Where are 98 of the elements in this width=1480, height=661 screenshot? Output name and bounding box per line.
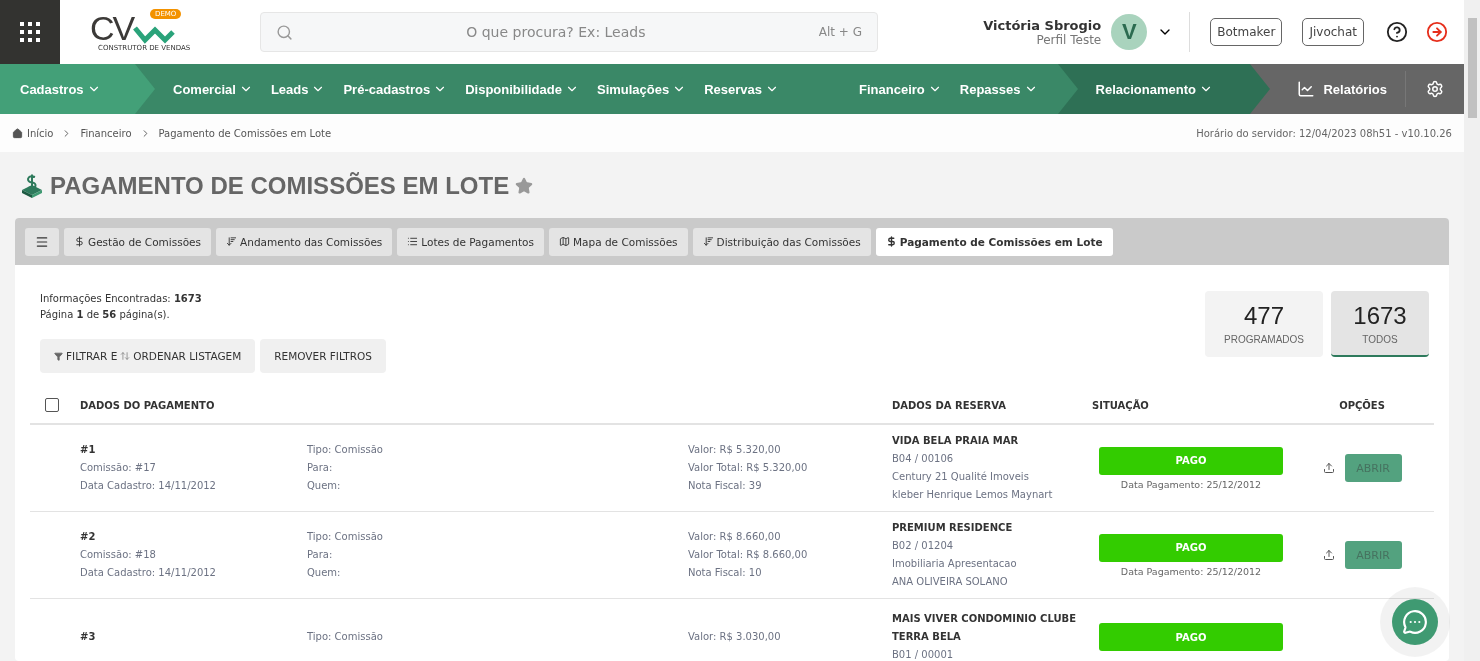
- tab[interactable]: Distribuição das Comissões: [692, 227, 871, 256]
- counter-tab[interactable]: 1673 TODOS: [1331, 291, 1429, 357]
- status-badge: PAGO: [1099, 446, 1283, 475]
- row-number: #2: [80, 530, 97, 544]
- map-icon: [559, 236, 570, 247]
- tab[interactable]: Lotes de Pagamentos: [397, 227, 544, 256]
- total-text: Valor Total: R$ 5.320,00: [688, 461, 809, 475]
- list-icon: [407, 236, 419, 247]
- breadcrumb-link[interactable]: Financeiro: [80, 127, 132, 139]
- search-input[interactable]: O que procura? Ex: Leads: [293, 23, 819, 41]
- header-button[interactable]: Botmaker: [1210, 18, 1283, 46]
- to-text: Para:: [307, 461, 334, 475]
- row-number: #1: [80, 443, 97, 457]
- agency-text: Century 21 Qualité Imoveis: [892, 470, 1030, 484]
- user-avatar[interactable]: V: [1111, 14, 1148, 50]
- summary-text: Página 1 de 56 página(s).: [40, 308, 171, 322]
- column-header: DADOS DO PAGAMENTO: [80, 399, 216, 411]
- type-text: Tipo: Comissão: [307, 630, 384, 644]
- column-header: DADOS DA RESERVA: [892, 399, 1008, 411]
- nav-menu-item[interactable]: Financeiro: [859, 81, 942, 97]
- type-text: Tipo: Comissão: [307, 443, 384, 457]
- summary-text: Informações Encontradas: 1673: [40, 292, 203, 306]
- who-text: Quem:: [307, 479, 342, 493]
- apps-grid-button[interactable]: [0, 0, 60, 64]
- star-icon[interactable]: [515, 177, 534, 195]
- nav-menu-item[interactable]: Comercial: [173, 81, 253, 97]
- chart-icon: [1297, 80, 1316, 98]
- upload-icon[interactable]: [1322, 549, 1335, 561]
- unit-text: B01 / 00001: [892, 648, 955, 661]
- tab[interactable]: Mapa de Comissões: [549, 227, 688, 256]
- header-button[interactable]: Jivochat: [1302, 18, 1364, 46]
- user-role: Perfil Teste: [1035, 32, 1102, 47]
- commission-text: Comissão: #18: [80, 548, 157, 562]
- value-text: Valor: R$ 5.320,00: [688, 443, 782, 457]
- select-all-checkbox[interactable]: [45, 398, 59, 412]
- filter-button[interactable]: FILTRAR E ORDENAR LISTAGEM: [40, 339, 256, 373]
- breadcrumb-link[interactable]: Pagamento de Comissões em Lote: [158, 127, 332, 139]
- user-name: Victória Sbrogio: [983, 17, 1102, 33]
- unit-text: B02 / 01204: [892, 539, 955, 553]
- chat-icon: [1402, 609, 1428, 635]
- nav-menu-item[interactable]: Relacionamento: [1095, 81, 1213, 97]
- page-title: PAGAMENTO DE COMISSÕES EM LOTE: [50, 172, 510, 200]
- status-badge: PAGO: [1099, 623, 1283, 651]
- home-icon: [12, 127, 23, 139]
- sort-icon: [226, 236, 238, 247]
- total-text: Valor Total: R$ 8.660,00: [688, 548, 809, 562]
- payment-date: Data Pagamento: 25/12/2012: [1120, 478, 1262, 490]
- breadcrumb-link[interactable]: Início: [12, 127, 54, 139]
- counter-tab[interactable]: 477 PROGRAMADOS: [1205, 291, 1323, 357]
- commission-text: Comissão: #17: [80, 461, 157, 475]
- column-header: SITUAÇÃO: [1092, 399, 1150, 411]
- reports-link[interactable]: Relatórios: [1279, 71, 1406, 107]
- unit-text: B04 / 00106: [892, 452, 955, 466]
- nav-menu-item[interactable]: Disponibilidade: [465, 81, 579, 97]
- nav-menu-item[interactable]: Leads: [270, 81, 326, 97]
- logo-text[interactable]: CV: [90, 12, 134, 44]
- client-name: kleber Henrique Lemos Maynart: [892, 488, 1054, 502]
- to-text: Para:: [307, 548, 334, 562]
- server-time: Horário do servidor: 12/04/2023 08h51 - v10.10.26: [1196, 127, 1452, 139]
- value-text: Valor: R$ 8.660,00: [688, 530, 782, 544]
- row-number: #3: [80, 630, 97, 644]
- shortcut-hint: Alt + G: [818, 25, 862, 39]
- nav-menu-item[interactable]: Repasses: [959, 81, 1038, 97]
- menu-icon: [35, 234, 49, 249]
- project-name: MAIS VIVER CONDOMINIO CLUBE TERRA BELA: [892, 612, 1077, 644]
- help-icon[interactable]: [1386, 21, 1408, 43]
- invoice-text: Nota Fiscal: 10: [688, 566, 763, 580]
- invoice-text: Nota Fiscal: 39: [688, 479, 763, 493]
- type-text: Tipo: Comissão: [307, 530, 384, 544]
- upload-icon[interactable]: [1322, 462, 1335, 474]
- sort-arrows-icon: [120, 351, 131, 361]
- settings-icon[interactable]: [1426, 80, 1444, 98]
- dollar-icon: [885, 236, 897, 247]
- client-name: ANA OLIVEIRA SOLANO: [892, 575, 1009, 589]
- tab[interactable]: Andamento das Comissões: [216, 227, 393, 256]
- who-text: Quem:: [307, 566, 342, 580]
- nav-menu-item[interactable]: Pré-cadastros: [343, 81, 448, 97]
- dollar-icon: [74, 236, 85, 247]
- payment-date: Data Pagamento: 25/12/2012: [1120, 565, 1262, 577]
- logout-icon[interactable]: [1426, 21, 1448, 43]
- search-icon: [276, 23, 293, 41]
- filter-icon: [54, 351, 63, 361]
- tab[interactable]: [25, 227, 59, 256]
- money-stack-icon: [20, 174, 44, 198]
- project-name: VIDA BELA PRAIA MAR: [892, 434, 1020, 448]
- column-header: OPÇÕES: [1338, 399, 1386, 411]
- value-text: Valor: R$ 3.030,00: [688, 630, 782, 644]
- nav-menu-item[interactable]: Simulações: [596, 81, 687, 97]
- nav-menu-item[interactable]: Reservas: [704, 81, 780, 97]
- tab[interactable]: Gestão de Comissões: [64, 227, 212, 256]
- filter-button[interactable]: REMOVER FILTROS: [260, 339, 386, 373]
- agency-text: Imobiliaria Apresentacao: [892, 557, 1018, 571]
- project-name: PREMIUM RESIDENCE: [892, 521, 1014, 535]
- status-badge: PAGO: [1099, 533, 1283, 562]
- sort-icon: [702, 236, 714, 247]
- date-text: Data Cadastro: 14/11/2012: [80, 566, 217, 580]
- date-text: Data Cadastro: 14/11/2012: [80, 479, 217, 493]
- tab[interactable]: Pagamento de Comissões em Lote: [875, 227, 1113, 256]
